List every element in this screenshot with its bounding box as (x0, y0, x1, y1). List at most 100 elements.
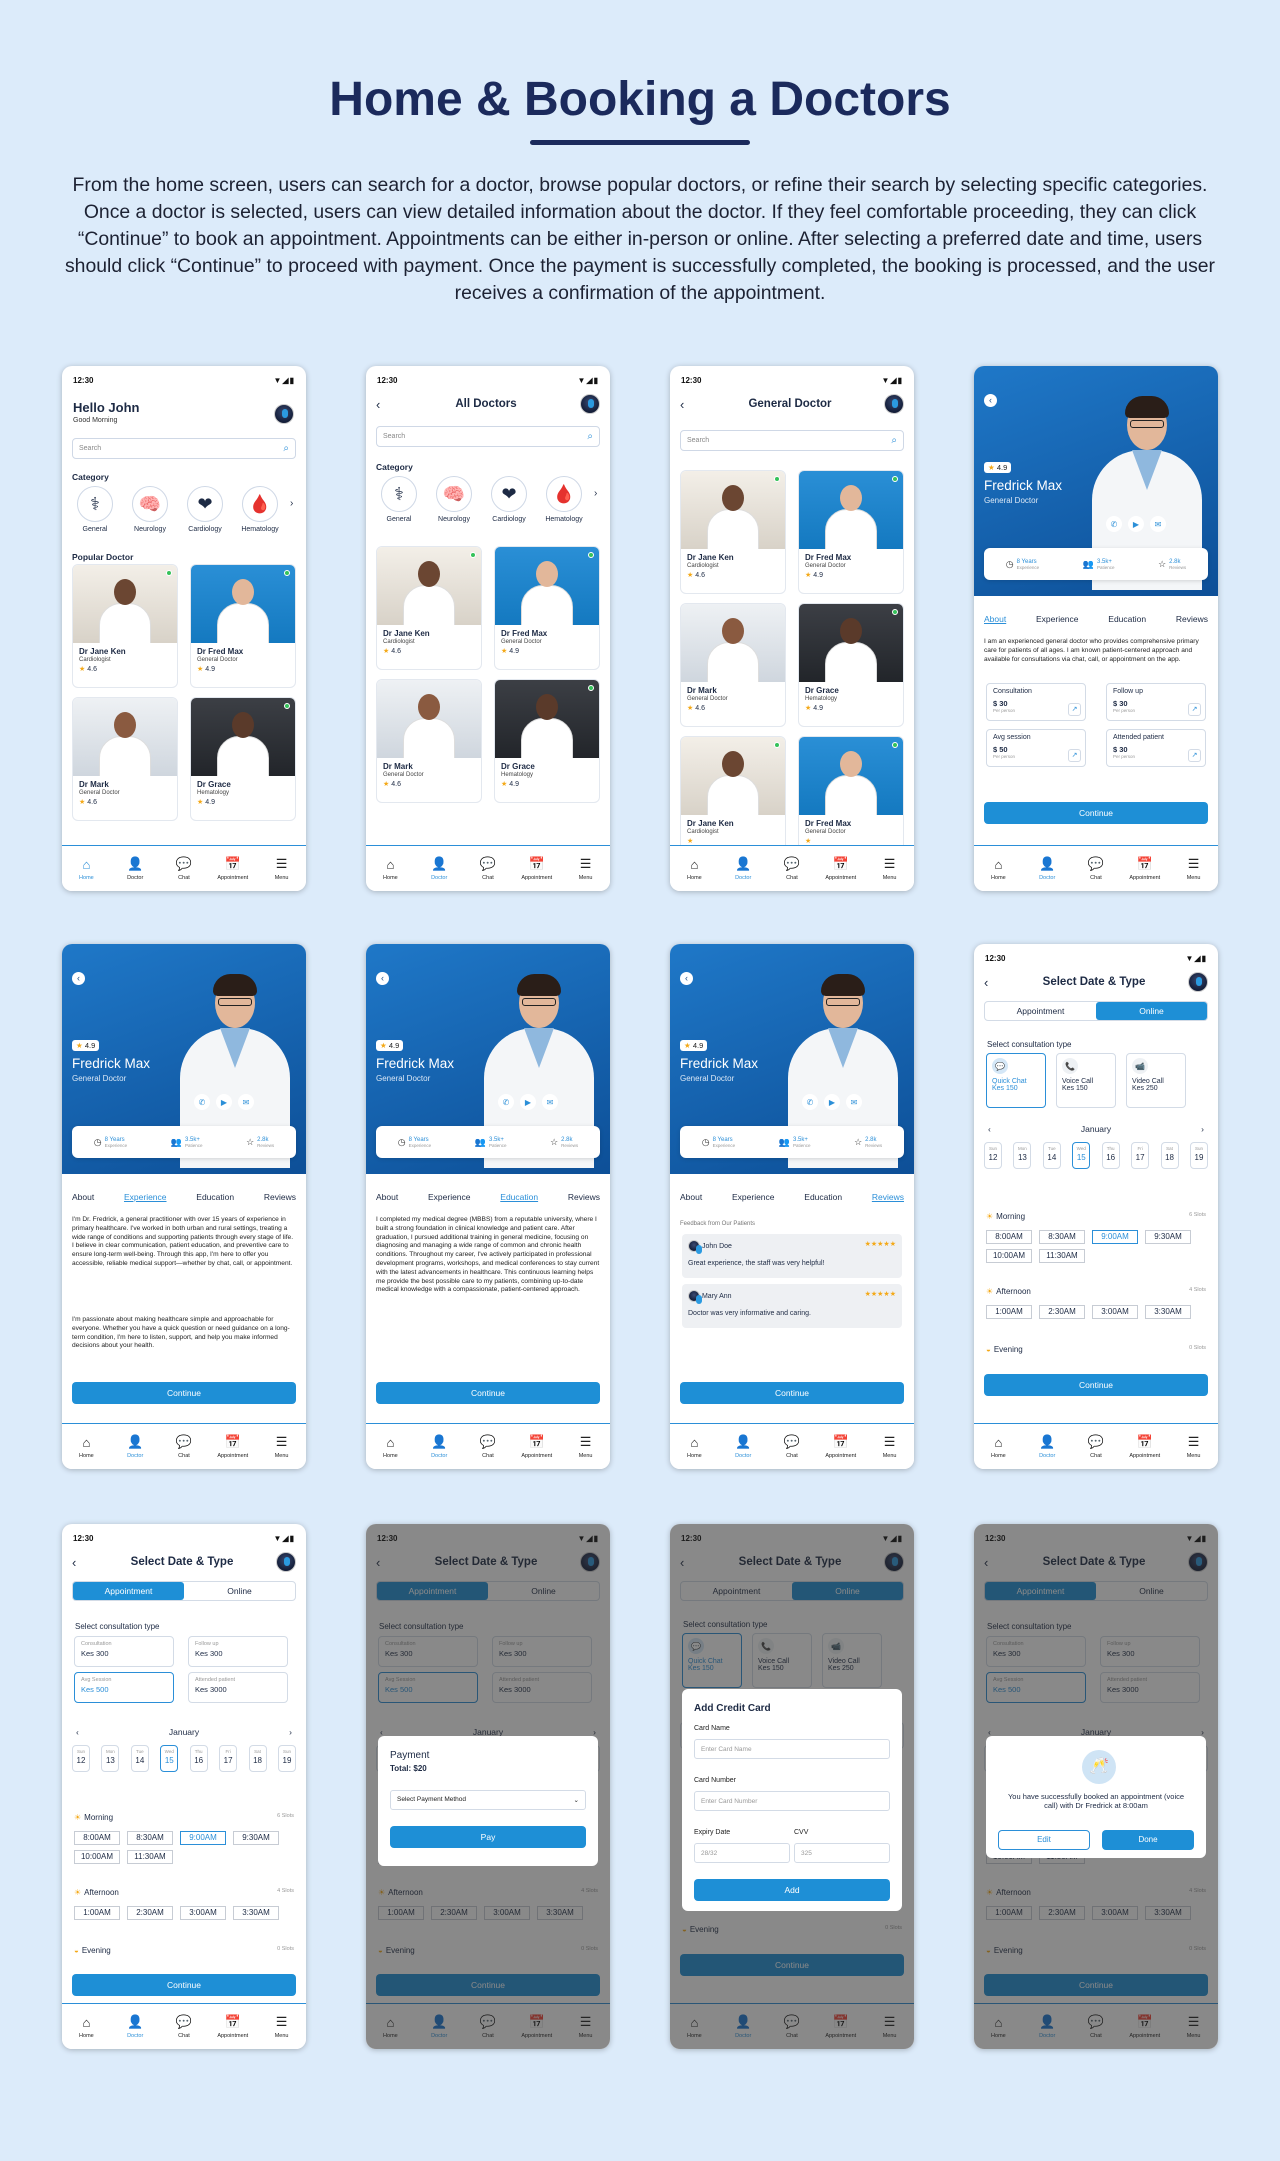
chevron-left-icon[interactable]: ‹ (988, 1124, 991, 1134)
card-name-field[interactable]: Enter Card Name (694, 1739, 890, 1759)
video-icon[interactable]: ▶ (824, 1094, 840, 1110)
time-slot[interactable]: 8:00AM (74, 1831, 120, 1845)
add-card-button[interactable]: Add (694, 1879, 890, 1901)
day-chip[interactable]: Tue14 (130, 1745, 149, 1772)
nav-doctor[interactable]: 👤Doctor (115, 2014, 155, 2039)
consult-video-call[interactable]: 📹Video CallKes 250 (1126, 1053, 1186, 1108)
day-chip[interactable]: Sun12 (72, 1745, 90, 1772)
category-general[interactable]: ⚕ General (70, 486, 120, 533)
back-arrow-icon[interactable]: ‹ (376, 397, 392, 412)
tab-experience[interactable]: Experience (1036, 614, 1079, 624)
done-button[interactable]: Done (1102, 1830, 1194, 1850)
tab-reviews[interactable]: Reviews (872, 1192, 904, 1202)
time-slot[interactable]: 1:00AM (74, 1906, 120, 1920)
nav-menu[interactable]: ☰Menu (1174, 856, 1214, 881)
day-chip[interactable]: Fri17 (219, 1745, 238, 1772)
edit-button[interactable]: Edit (998, 1830, 1090, 1850)
tab-reviews[interactable]: Reviews (264, 1192, 296, 1202)
tab-reviews[interactable]: Reviews (1176, 614, 1208, 624)
nav-appointment[interactable]: 📅Appointment (213, 2014, 253, 2039)
nav-appointment[interactable]: 📅Appointment (1125, 856, 1165, 881)
day-chip[interactable]: Sun12 (984, 1142, 1002, 1169)
tab-about[interactable]: About (680, 1192, 702, 1202)
day-chip[interactable]: Mon13 (101, 1745, 120, 1772)
doctor-card[interactable]: Dr Grace Hematology ★ 4.9 (494, 679, 600, 803)
search-input[interactable]: Search ⌕ (680, 430, 904, 451)
nav-menu[interactable]: ☰Menu (1174, 1434, 1214, 1459)
phone-icon[interactable]: ✆ (1106, 516, 1122, 532)
nav-chat[interactable]: 💬Chat (164, 856, 204, 881)
nav-menu[interactable]: ☰Menu (566, 856, 606, 881)
doctor-card[interactable]: Dr Mark General Doctor ★ 4.6 (376, 679, 482, 803)
tab-online[interactable]: Online (1096, 1002, 1207, 1020)
day-chip[interactable]: Wed15 (1072, 1142, 1091, 1169)
day-chip[interactable]: Tue14 (1042, 1142, 1061, 1169)
day-chip[interactable]: Thu16 (189, 1745, 208, 1772)
time-slot[interactable]: 1:00AM (986, 1305, 1032, 1319)
doctor-card[interactable]: Dr Jane Ken Cardiologist ★ 4.6 (680, 470, 786, 594)
nav-home[interactable]: ⌂Home (66, 857, 106, 881)
back-arrow-icon[interactable]: ‹ (376, 972, 389, 985)
category-hematology[interactable]: 🩸 Hematology (539, 476, 589, 523)
tab-appointment[interactable]: Appointment (73, 1582, 184, 1600)
nav-doctor[interactable]: 👤Doctor (723, 856, 763, 881)
nav-chat[interactable]: 💬Chat (468, 1434, 508, 1459)
day-chip[interactable]: Thu16 (1101, 1142, 1120, 1169)
nav-chat[interactable]: 💬Chat (772, 856, 812, 881)
nav-home[interactable]: ⌂Home (66, 2015, 106, 2039)
continue-button[interactable]: Continue (72, 1382, 296, 1404)
nav-menu[interactable]: ☰Menu (870, 1434, 910, 1459)
chat-icon[interactable]: ✉ (1150, 516, 1166, 532)
chevron-right-icon[interactable]: › (290, 498, 298, 509)
payment-method-select[interactable]: Select Payment Method ⌄ (390, 1790, 586, 1810)
category-cardiology[interactable]: ❤ Cardiology (180, 486, 230, 533)
time-slot[interactable]: 10:00AM (74, 1850, 120, 1864)
nav-doctor[interactable]: 👤Doctor (419, 856, 459, 881)
consult-quick-chat[interactable]: 💬Quick ChatKes 150 (986, 1053, 1046, 1108)
back-arrow-icon[interactable]: ‹ (984, 975, 1000, 990)
video-icon[interactable]: ▶ (520, 1094, 536, 1110)
consult-voice-call[interactable]: 📞Voice CallKes 150 (1056, 1053, 1116, 1108)
avatar[interactable] (276, 1552, 296, 1572)
nav-doctor[interactable]: 👤Doctor (115, 856, 155, 881)
continue-button[interactable]: Continue (376, 1382, 600, 1404)
tab-education[interactable]: Education (804, 1192, 842, 1202)
back-arrow-icon[interactable]: ‹ (984, 394, 997, 407)
time-slot[interactable]: 2:30AM (1039, 1305, 1085, 1319)
nav-menu[interactable]: ☰Menu (566, 1434, 606, 1459)
nav-menu[interactable]: ☰Menu (262, 2014, 302, 2039)
time-slot[interactable]: 3:30AM (1145, 1305, 1191, 1319)
nav-appointment[interactable]: 📅Appointment (213, 1434, 253, 1459)
chat-icon[interactable]: ✉ (542, 1094, 558, 1110)
time-slot[interactable]: 3:30AM (233, 1906, 279, 1920)
nav-chat[interactable]: 💬Chat (164, 2014, 204, 2039)
price-card[interactable]: Consultation $ 30 Per person ↗ (986, 683, 1086, 721)
back-arrow-icon[interactable]: ‹ (72, 1555, 88, 1570)
time-slot[interactable]: 8:30AM (127, 1831, 173, 1845)
tab-about[interactable]: About (72, 1192, 94, 1202)
category-neurology[interactable]: 🧠 Neurology (429, 476, 479, 523)
tab-reviews[interactable]: Reviews (568, 1192, 600, 1202)
nav-home[interactable]: ⌂Home (674, 1435, 714, 1459)
doctor-card[interactable]: Dr Fred Max General Doctor ★ (798, 736, 904, 860)
nav-chat[interactable]: 💬Chat (772, 1434, 812, 1459)
tab-online[interactable]: Online (184, 1582, 295, 1600)
tab-education[interactable]: Education (500, 1192, 538, 1202)
day-chip[interactable]: Sat18 (248, 1745, 267, 1772)
doctor-card[interactable]: Dr Fred Max General Doctor ★ 4.9 (798, 470, 904, 594)
day-chip[interactable]: Fri17 (1131, 1142, 1150, 1169)
card-number-field[interactable]: Enter Card Number (694, 1791, 890, 1811)
search-input[interactable]: Search ⌕ (72, 438, 296, 459)
nav-appointment[interactable]: 📅Appointment (517, 856, 557, 881)
nav-doctor[interactable]: 👤Doctor (115, 1434, 155, 1459)
tab-about[interactable]: About (984, 614, 1006, 624)
tab-appointment[interactable]: Appointment (985, 1002, 1096, 1020)
time-slot[interactable]: 9:30AM (233, 1831, 279, 1845)
time-slot[interactable]: 9:00AM (1092, 1230, 1138, 1244)
day-chip[interactable]: Mon13 (1013, 1142, 1032, 1169)
doctor-card[interactable]: Dr Fred Max General Doctor ★ 4.9 (494, 546, 600, 670)
chevron-right-icon[interactable]: › (289, 1727, 292, 1737)
category-neurology[interactable]: 🧠 Neurology (125, 486, 175, 533)
nav-menu[interactable]: ☰Menu (262, 1434, 302, 1459)
nav-home[interactable]: ⌂Home (978, 857, 1018, 881)
